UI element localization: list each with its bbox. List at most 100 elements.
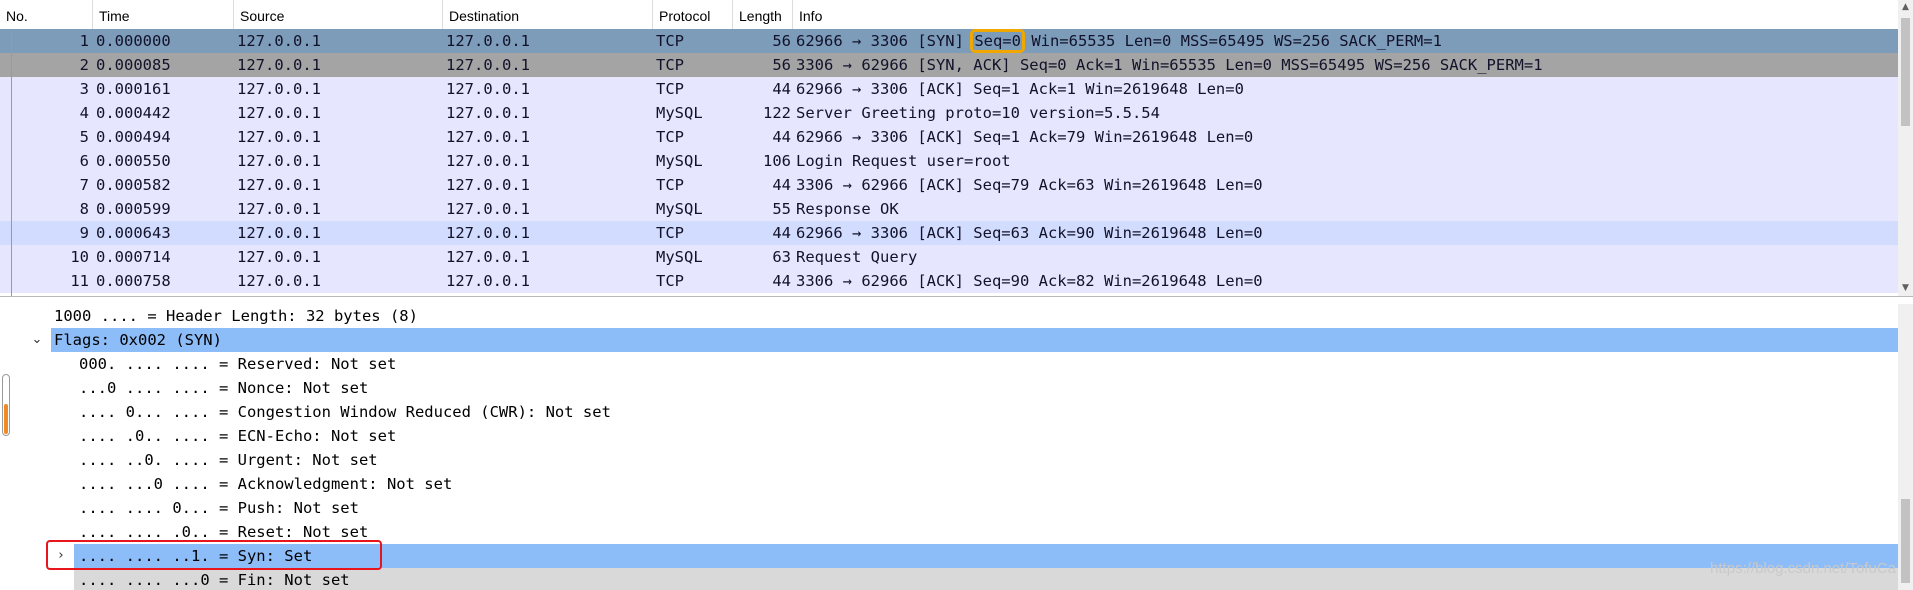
scrollbar-thumb[interactable] bbox=[1901, 499, 1910, 583]
packet-info: 3306 → 62966 [ACK] Seq=79 Ack=63 Win=261… bbox=[796, 173, 1263, 197]
packet-source: 127.0.0.1 bbox=[237, 104, 321, 122]
detail-row-cwr[interactable]: .... 0... .... = Congestion Window Reduc… bbox=[0, 400, 1898, 424]
packet-destination: 127.0.0.1 bbox=[446, 200, 530, 218]
packet-source: 127.0.0.1 bbox=[237, 152, 321, 170]
column-header-length[interactable]: Length bbox=[733, 0, 793, 29]
info-text: Win=65535 Len=0 MSS=65495 WS=256 SACK_PE… bbox=[1021, 32, 1442, 50]
detail-text: .... ...0 .... = Acknowledgment: Not set bbox=[79, 475, 453, 493]
packet-source: 127.0.0.1 bbox=[237, 32, 321, 50]
packet-protocol: TCP bbox=[656, 128, 684, 146]
packet-info: 62966 → 3306 [ACK] Seq=63 Ack=90 Win=261… bbox=[796, 221, 1263, 245]
packet-length: 44 bbox=[772, 224, 791, 242]
column-header-info[interactable]: Info bbox=[793, 0, 1898, 29]
detail-text: .... ..0. .... = Urgent: Not set bbox=[79, 451, 378, 469]
column-header-time[interactable]: Time bbox=[93, 0, 234, 29]
detail-text: .... .0.. .... = ECN-Echo: Not set bbox=[79, 427, 397, 445]
packet-source: 127.0.0.1 bbox=[237, 80, 321, 98]
packet-source: 127.0.0.1 bbox=[237, 272, 321, 290]
column-header-no[interactable]: No. bbox=[0, 0, 93, 29]
packet-destination: 127.0.0.1 bbox=[446, 176, 530, 194]
packet-row[interactable]: 8 0.000599 127.0.0.1 127.0.0.1 MySQL 55 Respon… bbox=[0, 197, 1898, 221]
packet-source: 127.0.0.1 bbox=[237, 200, 321, 218]
detail-text: .... .... ...0 = Fin: Not set bbox=[79, 571, 350, 589]
packet-info: 62966 → 3306 [ACK] Seq=1 Ack=1 Win=26196… bbox=[796, 77, 1244, 101]
packet-protocol: TCP bbox=[656, 80, 684, 98]
packet-info: Response OK bbox=[796, 197, 899, 221]
detail-row-ecn-echo[interactable]: .... .0.. .... = ECN-Echo: Not set bbox=[0, 424, 1898, 448]
detail-row-acknowledgment[interactable]: .... ...0 .... = Acknowledgment: Not set bbox=[0, 472, 1898, 496]
packet-source: 127.0.0.1 bbox=[237, 128, 321, 146]
detail-text: Flags: 0x002 (SYN) bbox=[54, 331, 222, 349]
packet-destination: 127.0.0.1 bbox=[446, 248, 530, 266]
detail-row-nonce[interactable]: ...0 .... .... = Nonce: Not set bbox=[0, 376, 1898, 400]
info-text: 3306 → 62966 [ACK] Seq=79 Ack=63 Win=261… bbox=[796, 176, 1263, 194]
packet-time: 0.000494 bbox=[96, 128, 171, 146]
packet-protocol: TCP bbox=[656, 176, 684, 194]
column-header-protocol[interactable]: Protocol bbox=[653, 0, 733, 29]
detail-text: ...0 .... .... = Nonce: Not set bbox=[79, 379, 369, 397]
detail-row-flags[interactable]: ⌄ Flags: 0x002 (SYN) bbox=[0, 328, 1898, 352]
packet-protocol: TCP bbox=[656, 272, 684, 290]
detail-text: 000. .... .... = Reserved: Not set bbox=[79, 355, 397, 373]
info-text: Login Request user=root bbox=[796, 152, 1011, 170]
packet-row[interactable]: 11 0.000758 127.0.0.1 127.0.0.1 TCP 44 3306 → … bbox=[0, 269, 1898, 293]
packet-time: 0.000442 bbox=[96, 104, 171, 122]
watermark: https://blog.csdn.net/TofuCa bbox=[1710, 560, 1896, 577]
details-scrollbar[interactable] bbox=[1898, 304, 1913, 590]
packet-row[interactable]: 5 0.000494 127.0.0.1 127.0.0.1 TCP 44 62966 → … bbox=[0, 125, 1898, 149]
packet-protocol: TCP bbox=[656, 224, 684, 242]
packet-row[interactable]: 7 0.000582 127.0.0.1 127.0.0.1 TCP 44 3306 → 6… bbox=[0, 173, 1898, 197]
packet-info: 3306 → 62966 [SYN, ACK] Seq=0 Ack=1 Win=… bbox=[796, 53, 1543, 77]
scroll-up-icon[interactable]: ▲ bbox=[1901, 3, 1910, 12]
scroll-down-icon[interactable]: ▼ bbox=[1901, 284, 1910, 293]
scrollbar-thumb[interactable] bbox=[1901, 18, 1910, 126]
packet-no: 2 bbox=[79, 56, 89, 74]
packet-destination: 127.0.0.1 bbox=[446, 152, 530, 170]
detail-row-reserved[interactable]: 000. .... .... = Reserved: Not set bbox=[0, 352, 1898, 376]
column-header-source[interactable]: Source bbox=[234, 0, 443, 29]
packet-row[interactable]: 2 0.000085 127.0.0.1 127.0.0.1 TCP 56 3306 → 6… bbox=[0, 53, 1898, 77]
packet-rows: 1 0.000000 127.0.0.1 127.0.0.1 TCP 56 62966 → … bbox=[0, 29, 1898, 293]
packet-protocol: MySQL bbox=[656, 248, 703, 266]
packet-list-scrollbar[interactable]: ▲ ▼ bbox=[1898, 0, 1913, 296]
selection-highlight bbox=[51, 328, 1898, 352]
column-header-destination[interactable]: Destination bbox=[443, 0, 653, 29]
detail-text: .... .... 0... = Push: Not set bbox=[79, 499, 359, 517]
packet-row[interactable]: 4 0.000442 127.0.0.1 127.0.0.1 MySQL 122 Serve… bbox=[0, 101, 1898, 125]
packet-destination: 127.0.0.1 bbox=[446, 104, 530, 122]
packet-length: 56 bbox=[772, 32, 791, 50]
packet-row[interactable]: 10 0.000714 127.0.0.1 127.0.0.1 MySQL 63 Reque… bbox=[0, 245, 1898, 269]
packet-no: 8 bbox=[79, 200, 89, 218]
packet-no: 11 bbox=[70, 272, 89, 290]
packet-list-pane[interactable]: No. Time Source Destination Protocol Len… bbox=[0, 0, 1913, 297]
details-left-slider[interactable] bbox=[2, 374, 10, 436]
packet-no: 9 bbox=[79, 224, 89, 242]
packet-protocol: MySQL bbox=[656, 200, 703, 218]
related-packet-line bbox=[11, 30, 12, 296]
detail-row-fin[interactable]: .... .... ...0 = Fin: Not set bbox=[0, 568, 1898, 590]
packet-time: 0.000599 bbox=[96, 200, 171, 218]
packet-protocol: MySQL bbox=[656, 152, 703, 170]
packet-row[interactable]: 9 0.000643 127.0.0.1 127.0.0.1 TCP 44 62966 → … bbox=[0, 221, 1898, 245]
packet-protocol: MySQL bbox=[656, 104, 703, 122]
packet-length: 44 bbox=[772, 176, 791, 194]
packet-row[interactable]: 3 0.000161 127.0.0.1 127.0.0.1 TCP 44 62966 → … bbox=[0, 77, 1898, 101]
packet-time: 0.000085 bbox=[96, 56, 171, 74]
detail-row-header-length[interactable]: 1000 .... = Header Length: 32 bytes (8) bbox=[0, 304, 1898, 328]
packet-destination: 127.0.0.1 bbox=[446, 56, 530, 74]
packet-destination: 127.0.0.1 bbox=[446, 80, 530, 98]
packet-row[interactable]: 6 0.000550 127.0.0.1 127.0.0.1 MySQL 106 Login… bbox=[0, 149, 1898, 173]
detail-text: 1000 .... = Header Length: 32 bytes (8) bbox=[54, 307, 418, 325]
packet-row[interactable]: 1 0.000000 127.0.0.1 127.0.0.1 TCP 56 62966 → … bbox=[0, 29, 1898, 53]
packet-time: 0.000161 bbox=[96, 80, 171, 98]
packet-length: 122 bbox=[763, 104, 791, 122]
detail-row-urgent[interactable]: .... ..0. .... = Urgent: Not set bbox=[0, 448, 1898, 472]
packet-destination: 127.0.0.1 bbox=[446, 128, 530, 146]
packet-info: Server Greeting proto=10 version=5.5.54 bbox=[796, 101, 1160, 125]
detail-row-push[interactable]: .... .... 0... = Push: Not set bbox=[0, 496, 1898, 520]
packet-source: 127.0.0.1 bbox=[237, 56, 321, 74]
chevron-down-icon[interactable]: ⌄ bbox=[30, 328, 44, 352]
packet-length: 44 bbox=[772, 128, 791, 146]
packet-source: 127.0.0.1 bbox=[237, 176, 321, 194]
packet-destination: 127.0.0.1 bbox=[446, 224, 530, 242]
